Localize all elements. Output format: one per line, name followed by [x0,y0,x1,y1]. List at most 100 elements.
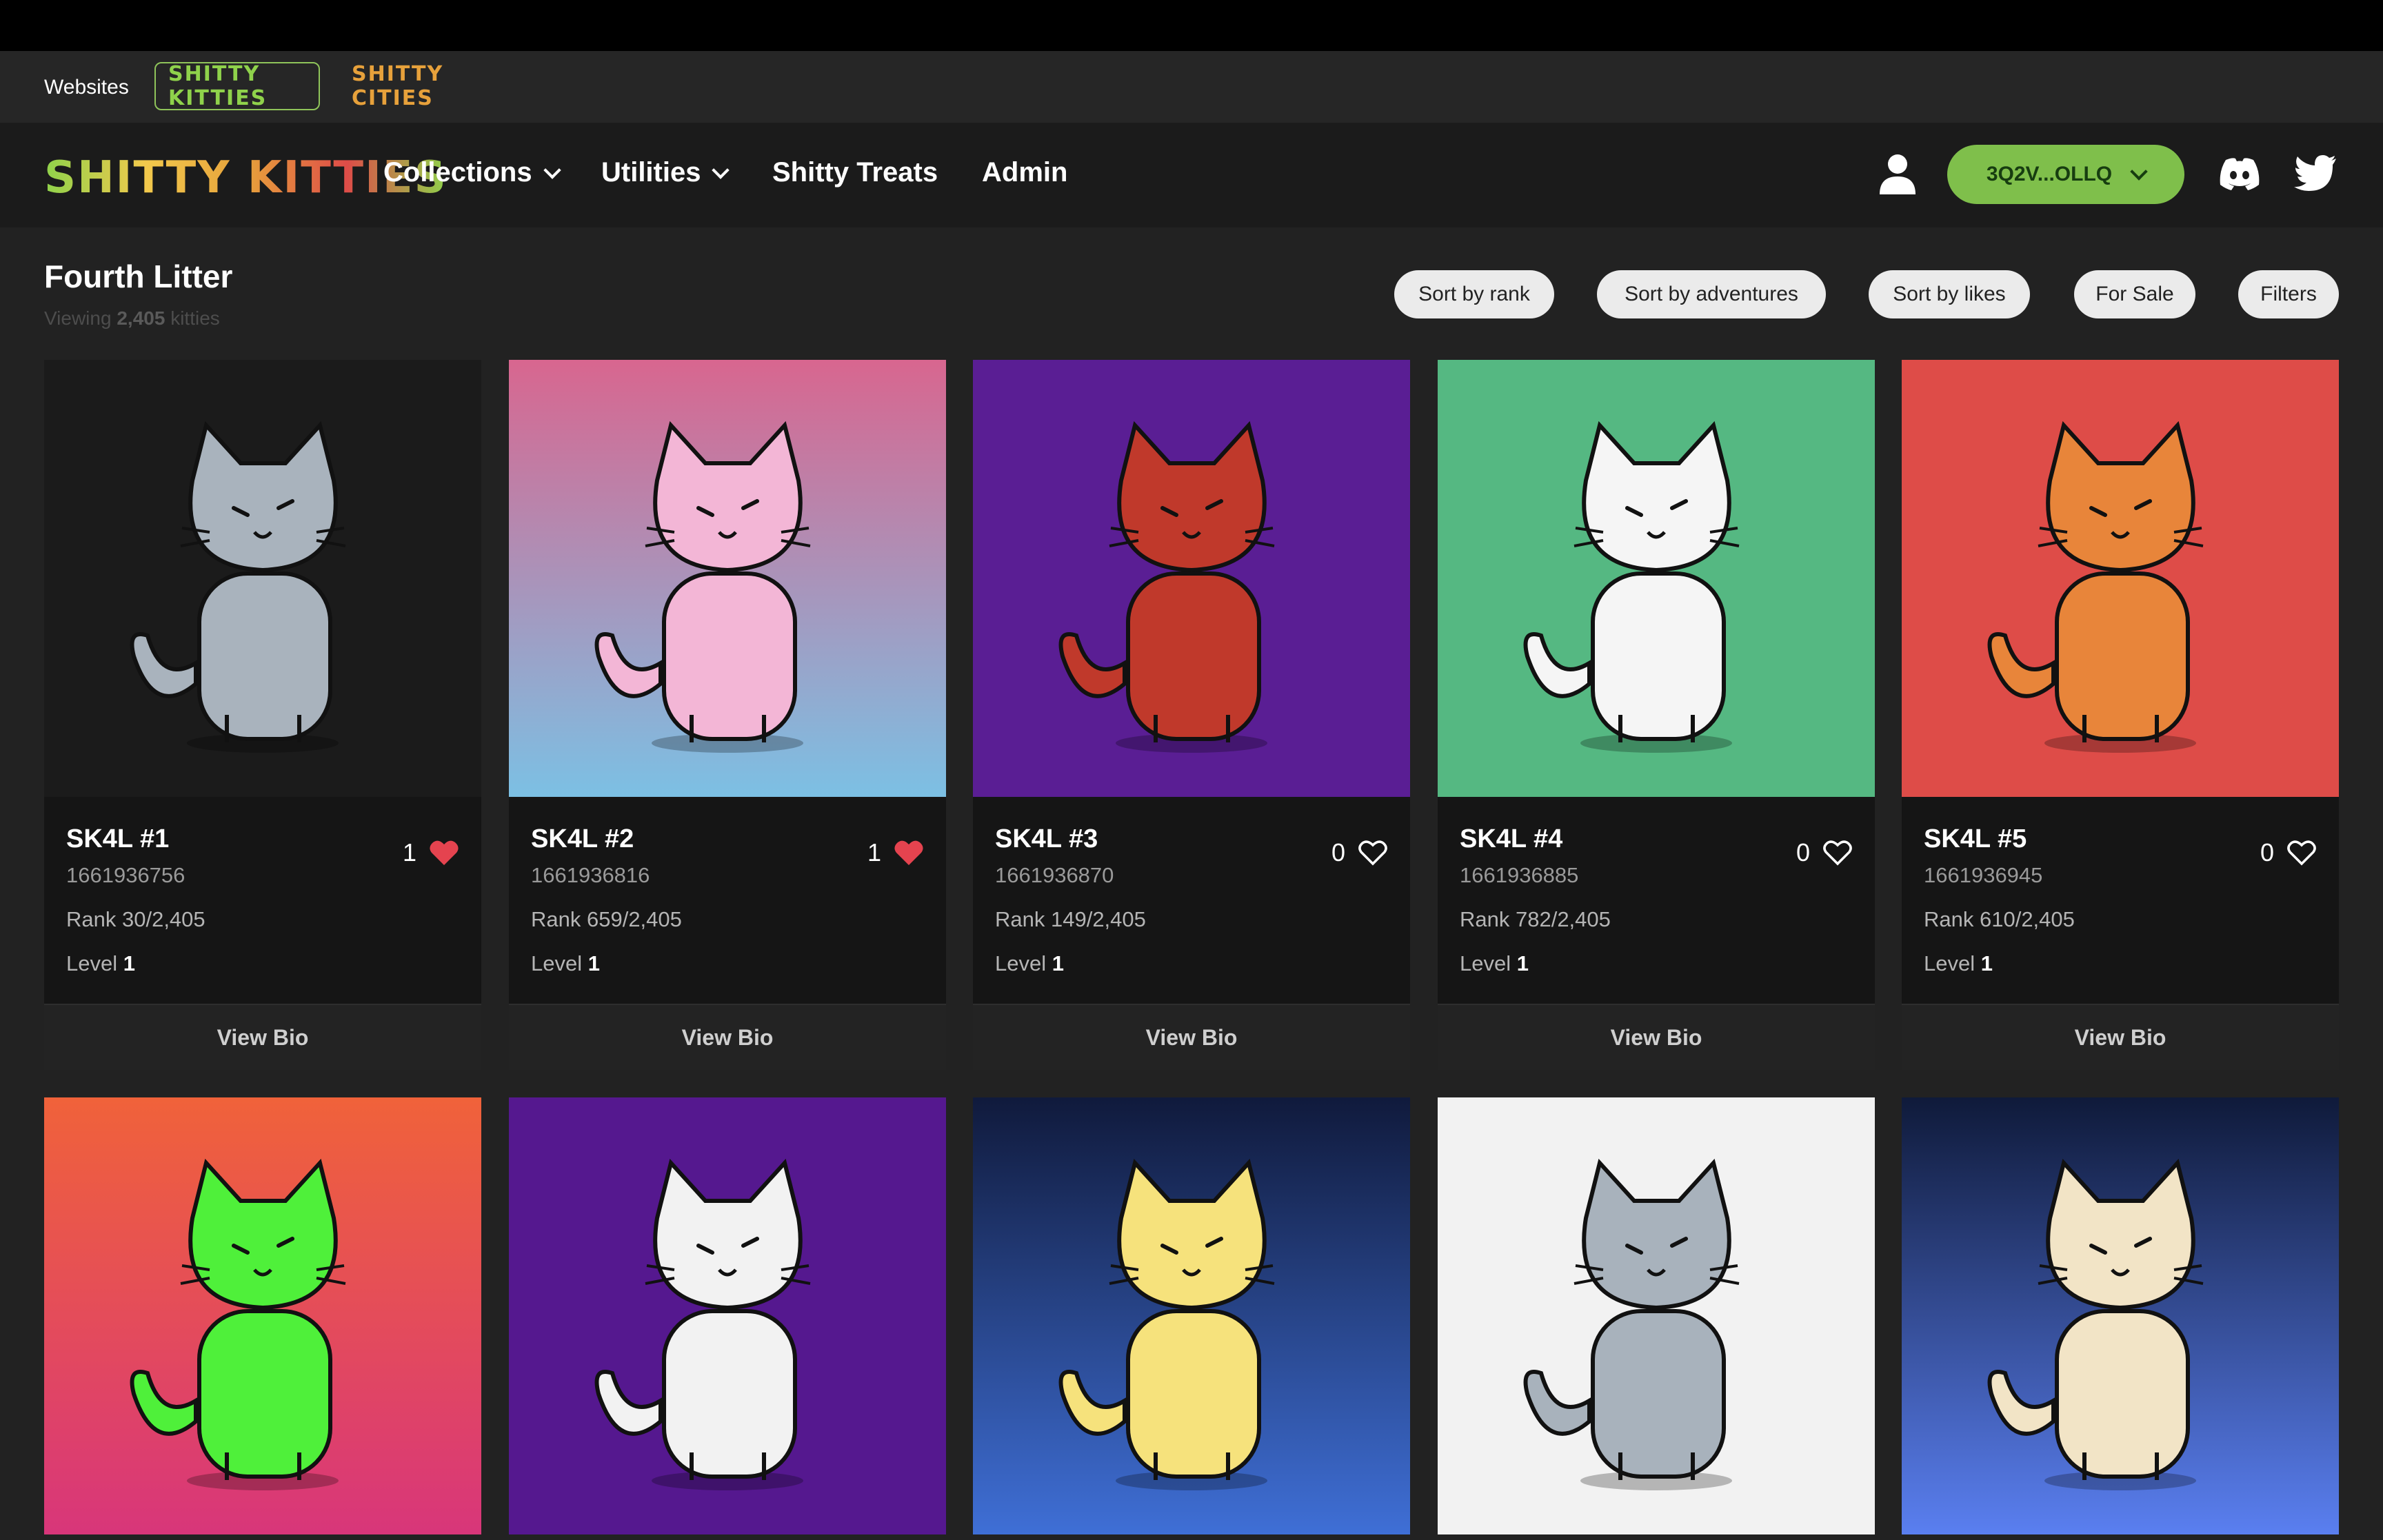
heart-outline-icon[interactable] [1822,839,1853,867]
discord-icon[interactable] [2218,156,2262,192]
kitty-level: Level 1 [1924,951,1993,976]
level-value: 1 [587,951,600,975]
viewing-prefix: Viewing [44,307,112,329]
wallet-address: 3Q2V...OLLQ [1986,163,2113,185]
heart-outline-icon[interactable] [2286,839,2317,867]
twitter-icon[interactable] [2293,154,2337,193]
kitty-info: SK4L #2 1661936816 Rank 659/2,405 Level … [509,797,946,1004]
kitty-card[interactable]: SK4L #1 1661936756 Rank 30/2,405 Level 1… [44,360,481,1070]
level-value: 1 [123,951,135,975]
kitty-name: SK4L #2 [531,824,634,853]
chevron-down-icon [2130,163,2148,181]
websites-bar: Websites SHITTY KITTIES SHITTY CITIES [0,51,2383,123]
kitty-card[interactable] [509,1097,946,1534]
sort-by-rank-button[interactable]: Sort by rank [1394,270,1554,318]
kitty-card[interactable]: SK4L #5 1661936945 Rank 610/2,405 Level … [1902,360,2339,1070]
kitty-level: Level 1 [995,951,1064,976]
kitty-timestamp: 1661936756 [66,863,185,887]
like-count: 1 [402,838,416,867]
kitty-image[interactable] [973,1097,1410,1534]
kitty-name: SK4L #3 [995,824,1098,853]
level-value: 1 [1052,951,1064,975]
chevron-down-icon [543,161,561,179]
nav-utilities[interactable]: Utilities [601,157,730,188]
nav-item-label: Admin [982,157,1068,188]
kitty-image[interactable] [1438,360,1875,797]
kitty-level: Level 1 [66,951,135,976]
kitty-image[interactable] [44,1097,481,1534]
site-link-label: SHITTY KITTIES [168,62,268,110]
kitty-timestamp: 1661936945 [1924,863,2043,887]
like-control[interactable]: 0 [1331,838,1388,867]
websites-label: Websites [44,76,129,99]
nav-collections[interactable]: Collections [383,157,561,188]
like-control[interactable]: 0 [1796,838,1853,867]
kitty-image[interactable] [1902,1097,2339,1534]
kitty-level: Level 1 [531,951,600,976]
viewing-suffix: kitties [170,307,220,329]
kitty-rank: Rank 659/2,405 [531,907,682,931]
nav-item-label: Utilities [601,157,701,188]
viewing-number: 2,405 [117,307,165,329]
like-control[interactable]: 1 [867,838,924,867]
kitty-image[interactable] [44,360,481,797]
kitty-card[interactable]: SK4L #2 1661936816 Rank 659/2,405 Level … [509,360,946,1070]
level-label: Level [1924,951,1975,975]
kitty-level: Level 1 [1460,951,1529,976]
level-label: Level [995,951,1047,975]
kitty-card[interactable] [44,1097,481,1534]
kitty-image[interactable] [509,1097,946,1534]
page-title: Fourth Litter [44,259,233,294]
sort-by-likes-button[interactable]: Sort by likes [1869,270,2030,318]
user-icon[interactable] [1878,153,1917,194]
kitty-info: SK4L #1 1661936756 Rank 30/2,405 Level 1… [44,797,481,1004]
level-value: 1 [1980,951,1993,975]
view-bio-button[interactable]: View Bio [973,1004,1410,1070]
view-bio-button[interactable]: View Bio [509,1004,946,1070]
filters-button[interactable]: Filters [2238,270,2339,318]
site-link-shitty-kitties[interactable]: SHITTY KITTIES [154,62,320,110]
like-count: 0 [2260,838,2274,867]
kitty-name: SK4L #1 [66,824,170,853]
kitty-name: SK4L #5 [1924,824,2027,853]
for-sale-button[interactable]: For Sale [2074,270,2195,318]
main-nav: SHITTY KITTIES Collections Utilities Shi… [0,123,2383,227]
kitty-rank: Rank 30/2,405 [66,907,205,931]
heart-filled-icon[interactable] [894,839,924,867]
site-link-shitty-cities[interactable]: SHITTY CITIES [339,62,505,110]
site-link-label: SHITTY CITIES [352,62,444,110]
kitty-image[interactable] [1438,1097,1875,1534]
view-bio-button[interactable]: View Bio [1902,1004,2339,1070]
like-control[interactable]: 0 [2260,838,2317,867]
sort-by-adventures-button[interactable]: Sort by adventures [1597,270,1826,318]
kitty-image[interactable] [509,360,946,797]
chevron-down-icon [712,161,730,179]
kitty-rank: Rank 610/2,405 [1924,907,2075,931]
nav-shitty-treats[interactable]: Shitty Treats [772,157,938,188]
level-value: 1 [1516,951,1529,975]
kitty-rank: Rank 149/2,405 [995,907,1146,931]
kitty-card[interactable] [1902,1097,2339,1534]
view-bio-button[interactable]: View Bio [44,1004,481,1070]
kitty-image[interactable] [973,360,1410,797]
kitty-image[interactable] [1902,360,2339,797]
kitty-info: SK4L #5 1661936945 Rank 610/2,405 Level … [1902,797,2339,1004]
like-control[interactable]: 1 [403,838,459,867]
kitty-card[interactable]: SK4L #4 1661936885 Rank 782/2,405 Level … [1438,360,1875,1070]
kitty-card[interactable] [973,1097,1410,1534]
heart-outline-icon[interactable] [1358,839,1388,867]
view-bio-button[interactable]: View Bio [1438,1004,1875,1070]
kitty-timestamp: 1661936885 [1460,863,1579,887]
kitty-card[interactable]: SK4L #3 1661936870 Rank 149/2,405 Level … [973,360,1410,1070]
nav-item-label: Shitty Treats [772,157,938,188]
viewing-count: Viewing 2,405 kitties [44,307,220,330]
system-bar [0,0,2383,51]
kitty-timestamp: 1661936816 [531,863,650,887]
heart-filled-icon[interactable] [429,839,459,867]
kitty-card[interactable] [1438,1097,1875,1534]
wallet-button[interactable]: 3Q2V...OLLQ [1947,145,2184,204]
nav-admin[interactable]: Admin [982,157,1067,188]
like-count: 0 [1331,838,1345,867]
kitty-timestamp: 1661936870 [995,863,1114,887]
level-label: Level [1460,951,1511,975]
